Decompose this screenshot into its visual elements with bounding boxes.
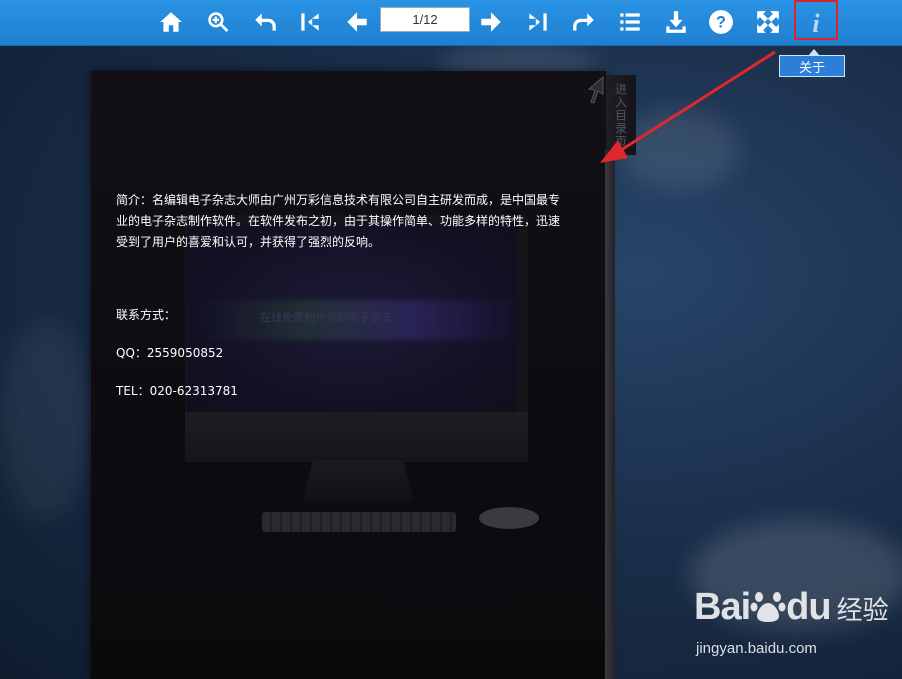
monitor-stand xyxy=(302,460,414,502)
page-corner-arrow-icon[interactable] xyxy=(583,75,607,105)
intro-text: 简介：名编辑电子杂志大师由广州万彩信息技术有限公司自主研发而成，是中国最专业的电… xyxy=(116,193,561,249)
paw-icon xyxy=(750,592,786,622)
forward-icon[interactable] xyxy=(567,5,601,39)
home-icon[interactable] xyxy=(154,5,188,39)
toc-icon[interactable] xyxy=(613,5,647,39)
next-page-icon[interactable] xyxy=(474,5,508,39)
about-tooltip: 关于 xyxy=(779,49,845,77)
fullscreen-icon[interactable] xyxy=(751,5,785,39)
mouse-illustration xyxy=(479,507,539,529)
cloud xyxy=(0,320,90,520)
toolbar: 1/12 ? i xyxy=(0,0,902,46)
zoom-in-icon[interactable] xyxy=(201,5,235,39)
first-page-icon[interactable] xyxy=(293,5,327,39)
contact-label: 联系方式： xyxy=(116,308,177,322)
download-icon[interactable] xyxy=(659,5,693,39)
back-icon[interactable] xyxy=(248,5,282,39)
cloud xyxy=(620,110,740,190)
toc-side-tab[interactable]: 进入目录页 xyxy=(606,75,636,155)
page-edge xyxy=(605,150,615,679)
qq-contact: QQ：2559050852 xyxy=(116,346,224,360)
about-highlight-box xyxy=(794,0,838,40)
svg-text:?: ? xyxy=(716,13,726,31)
last-page-icon[interactable] xyxy=(521,5,555,39)
watermark-cn: 经验 xyxy=(836,596,889,626)
page-number-input[interactable]: 1/12 xyxy=(380,7,470,32)
help-icon[interactable]: ? xyxy=(704,5,738,39)
tel-contact: TEL：020-62313781 xyxy=(116,384,238,398)
monitor-chin xyxy=(185,412,528,462)
watermark-logo-bai: Bai xyxy=(694,586,751,628)
watermark-logo-du: du xyxy=(786,586,831,628)
prev-page-icon[interactable] xyxy=(340,5,374,39)
screen-caption: 在线免费制作你的电子杂志 xyxy=(260,311,392,324)
watermark-url: jingyan.baidu.com xyxy=(696,640,817,657)
baidu-watermark: Bai du 经验 xyxy=(694,586,889,629)
keyboard-illustration xyxy=(262,512,456,532)
